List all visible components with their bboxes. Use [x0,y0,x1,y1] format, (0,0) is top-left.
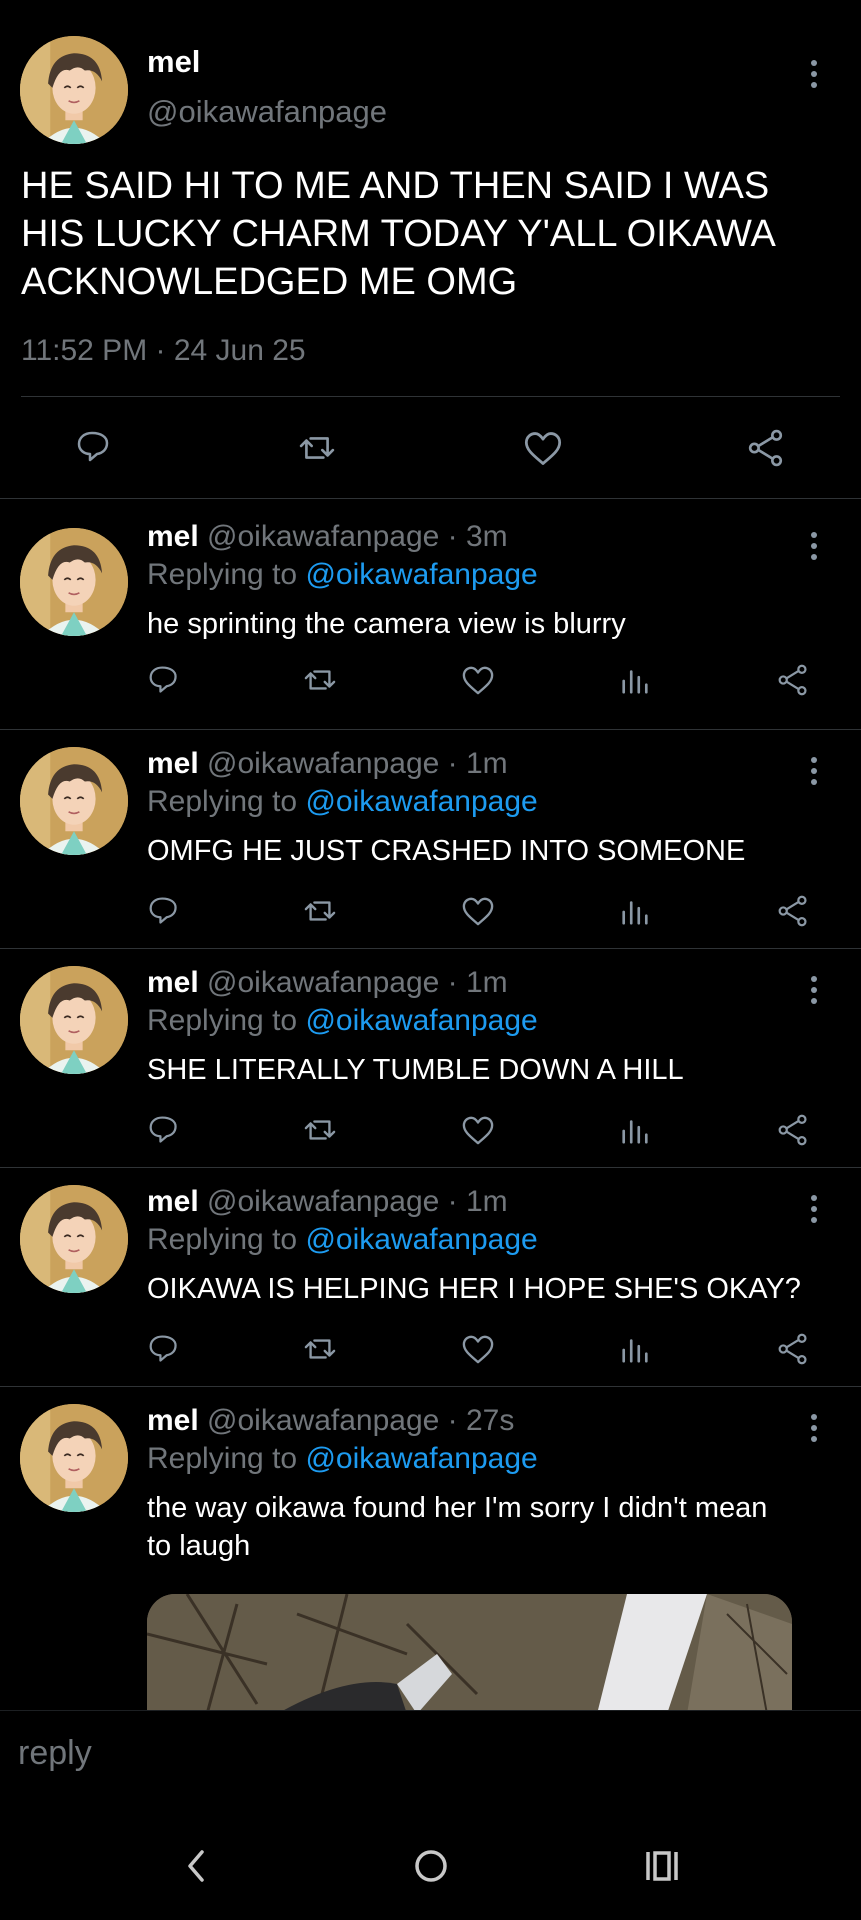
like-icon[interactable] [461,664,495,696]
home-icon[interactable] [413,1848,449,1884]
media-image[interactable] [147,1594,792,1714]
share-icon[interactable] [777,664,809,696]
like-icon[interactable] [461,895,495,927]
retweet-icon[interactable] [297,430,337,466]
reply-time: · 1m [447,966,508,999]
reply-text: he sprinting the camera view is blurry [147,608,626,640]
tweet-timestamp: 11:52 PM · 24 Jun 25 [21,334,306,367]
replying-label: Replying to [147,1442,306,1475]
replying-to-link[interactable]: @oikawafanpage [305,785,537,818]
tweet-text: HE SAID HI TO ME AND THEN SAID I WAS HIS… [21,165,774,303]
reply-icon[interactable] [148,895,180,927]
divider [21,396,840,397]
share-icon[interactable] [777,1114,809,1146]
main-tweet: mel @oikawafanpage HE SAID HI TO ME AND … [0,0,861,499]
reply-tweet[interactable]: mel @oikawafanpage · 1m Replying to @oik… [0,1167,861,1387]
author-name[interactable]: mel [147,1185,199,1218]
author-handle[interactable]: @oikawafanpage [147,94,387,130]
reply-icon[interactable] [148,1333,180,1365]
reply-tweet[interactable]: mel @oikawafanpage · 1m Replying to @oik… [0,729,861,949]
replying-to-link[interactable]: @oikawafanpage [305,1004,537,1037]
author-name[interactable]: mel [147,44,200,80]
share-icon[interactable] [747,429,785,467]
stats-icon[interactable] [620,895,650,927]
retweet-icon[interactable] [302,1114,338,1146]
reply-icon[interactable] [76,429,112,465]
reply-text: OIKAWA IS HELPING HER I HOPE SHE'S OKAY? [147,1273,801,1305]
system-nav-bar [0,1812,861,1920]
replying-to-link[interactable]: @oikawafanpage [305,558,537,591]
avatar[interactable] [20,966,128,1074]
reply-actions [0,895,861,927]
reply-actions [0,664,861,696]
avatar[interactable] [20,1185,128,1293]
author-handle[interactable]: @oikawafanpage [207,520,439,553]
reply-icon[interactable] [148,664,180,696]
author-name[interactable]: mel [147,966,199,999]
reply-text: the way oikawa found her I'm sorry I did… [147,1492,768,1562]
stats-icon[interactable] [620,1333,650,1365]
reply-text: OMFG HE JUST CRASHED INTO SOMEONE [147,835,746,867]
replying-label: Replying to [147,558,306,591]
replying-label: Replying to [147,1004,306,1037]
more-options-icon[interactable] [809,60,819,93]
share-icon[interactable] [777,895,809,927]
back-icon[interactable] [182,1846,210,1886]
stats-icon[interactable] [620,664,650,696]
avatar[interactable] [20,36,128,144]
more-options-icon[interactable] [809,1195,819,1228]
reply-time: · 3m [447,520,508,553]
replying-to-link[interactable]: @oikawafanpage [305,1223,537,1256]
author-name[interactable]: mel [147,747,199,780]
replying-to-link[interactable]: @oikawafanpage [305,1442,537,1475]
reply-time: · 27s [447,1404,515,1437]
retweet-icon[interactable] [302,664,338,696]
more-options-icon[interactable] [809,757,819,790]
more-options-icon[interactable] [809,976,819,1009]
avatar[interactable] [20,747,128,855]
like-icon[interactable] [461,1114,495,1146]
author-handle[interactable]: @oikawafanpage [207,1185,439,1218]
author-handle[interactable]: @oikawafanpage [207,747,439,780]
like-icon[interactable] [523,429,563,467]
reply-actions [0,1114,861,1146]
retweet-icon[interactable] [302,1333,338,1365]
retweet-icon[interactable] [302,895,338,927]
reply-tweet[interactable]: mel @oikawafanpage · 3m Replying to @oik… [0,498,861,730]
share-icon[interactable] [777,1333,809,1365]
recents-icon[interactable] [644,1848,680,1884]
reply-icon[interactable] [148,1114,180,1146]
reply-tweet[interactable]: mel @oikawafanpage · 1m Replying to @oik… [0,948,861,1168]
avatar[interactable] [20,528,128,636]
author-handle[interactable]: @oikawafanpage [207,966,439,999]
author-name[interactable]: mel [147,1404,199,1437]
like-icon[interactable] [461,1333,495,1365]
author-name[interactable]: mel [147,520,199,553]
reply-time: · 1m [447,1185,508,1218]
author-handle[interactable]: @oikawafanpage [207,1404,439,1437]
avatar[interactable] [20,1404,128,1512]
reply-time: · 1m [447,747,508,780]
reply-input[interactable] [16,1733,820,1774]
reply-actions [0,1333,861,1365]
reply-bar [0,1710,861,1813]
more-options-icon[interactable] [809,1414,819,1447]
reply-text: SHE LITERALLY TUMBLE DOWN A HILL [147,1054,684,1086]
replying-label: Replying to [147,785,306,818]
stats-icon[interactable] [620,1114,650,1146]
more-options-icon[interactable] [809,532,819,565]
replying-label: Replying to [147,1223,306,1256]
